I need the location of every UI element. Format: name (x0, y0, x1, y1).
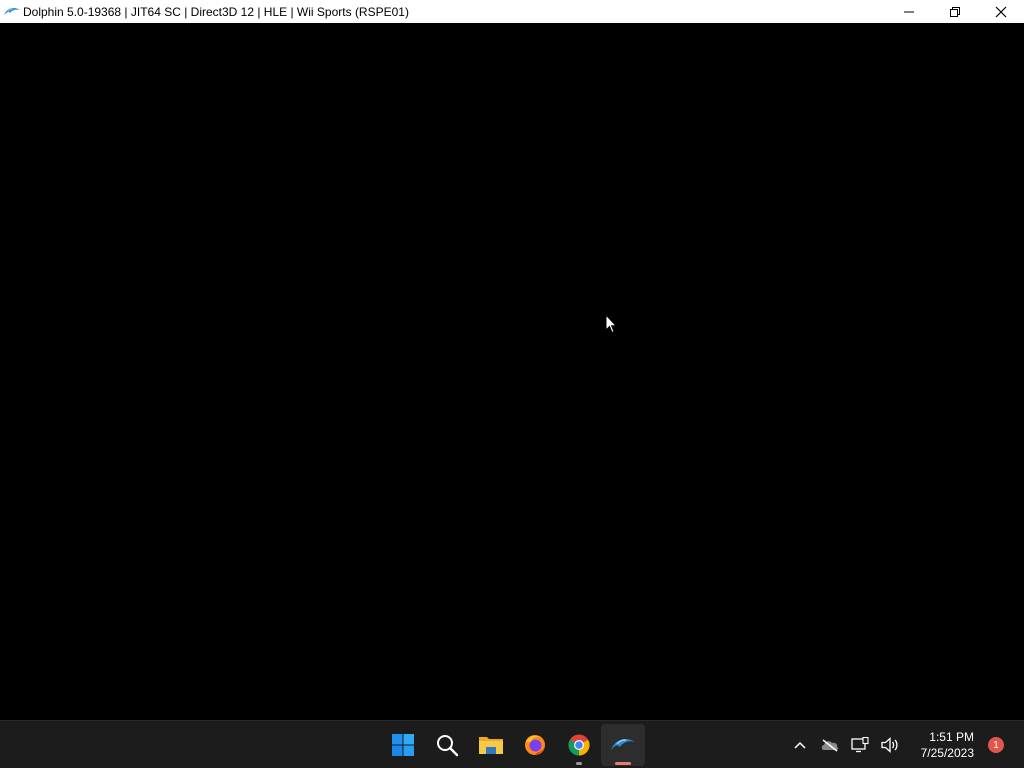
chrome-button[interactable] (557, 724, 601, 766)
search-icon (437, 735, 459, 757)
volume-button[interactable] (878, 733, 902, 757)
search-button[interactable] (425, 724, 469, 766)
clock[interactable]: 1:51 PM 7/25/2023 (921, 729, 974, 761)
window-controls (886, 0, 1024, 23)
taskbar-apps (381, 724, 645, 766)
onedrive-offline-icon (821, 739, 838, 752)
folder-icon (479, 737, 503, 754)
clock-date: 7/25/2023 (920, 746, 974, 760)
window-title: Dolphin 5.0-19368 | JIT64 SC | Direct3D … (23, 4, 409, 19)
restore-icon (950, 6, 960, 17)
minimize-icon (904, 11, 914, 12)
notification-badge[interactable]: 1 (988, 737, 1004, 753)
onedrive-button[interactable] (818, 733, 842, 757)
dolphin-icon (3, 5, 21, 19)
show-hidden-icons-button[interactable] (788, 733, 812, 757)
windows-logo-icon (392, 734, 414, 756)
active-indicator (615, 762, 631, 765)
running-indicator (576, 762, 582, 765)
clock-time: 1:51 PM (929, 730, 974, 744)
taskbar: 1:51 PM 7/25/2023 1 (0, 720, 1024, 768)
firefox-button[interactable] (513, 724, 557, 766)
mouse-cursor-icon (605, 314, 617, 334)
close-icon (995, 6, 1007, 17)
dolphin-icon (611, 738, 635, 750)
chrome-icon (568, 734, 590, 756)
firefox-icon (525, 735, 545, 755)
network-icon (850, 737, 869, 753)
chevron-up-icon (794, 741, 806, 749)
game-viewport[interactable] (0, 23, 1024, 720)
dolphin-button[interactable] (601, 724, 645, 766)
minimize-button[interactable] (886, 0, 932, 23)
start-button[interactable] (381, 724, 425, 766)
volume-icon (880, 737, 898, 753)
close-button[interactable] (978, 0, 1024, 23)
restore-button[interactable] (932, 0, 978, 23)
network-button[interactable] (848, 733, 872, 757)
system-tray: 1:51 PM 7/25/2023 1 (785, 721, 1024, 768)
title-bar[interactable]: Dolphin 5.0-19368 | JIT64 SC | Direct3D … (0, 0, 1024, 23)
file-explorer-button[interactable] (469, 724, 513, 766)
